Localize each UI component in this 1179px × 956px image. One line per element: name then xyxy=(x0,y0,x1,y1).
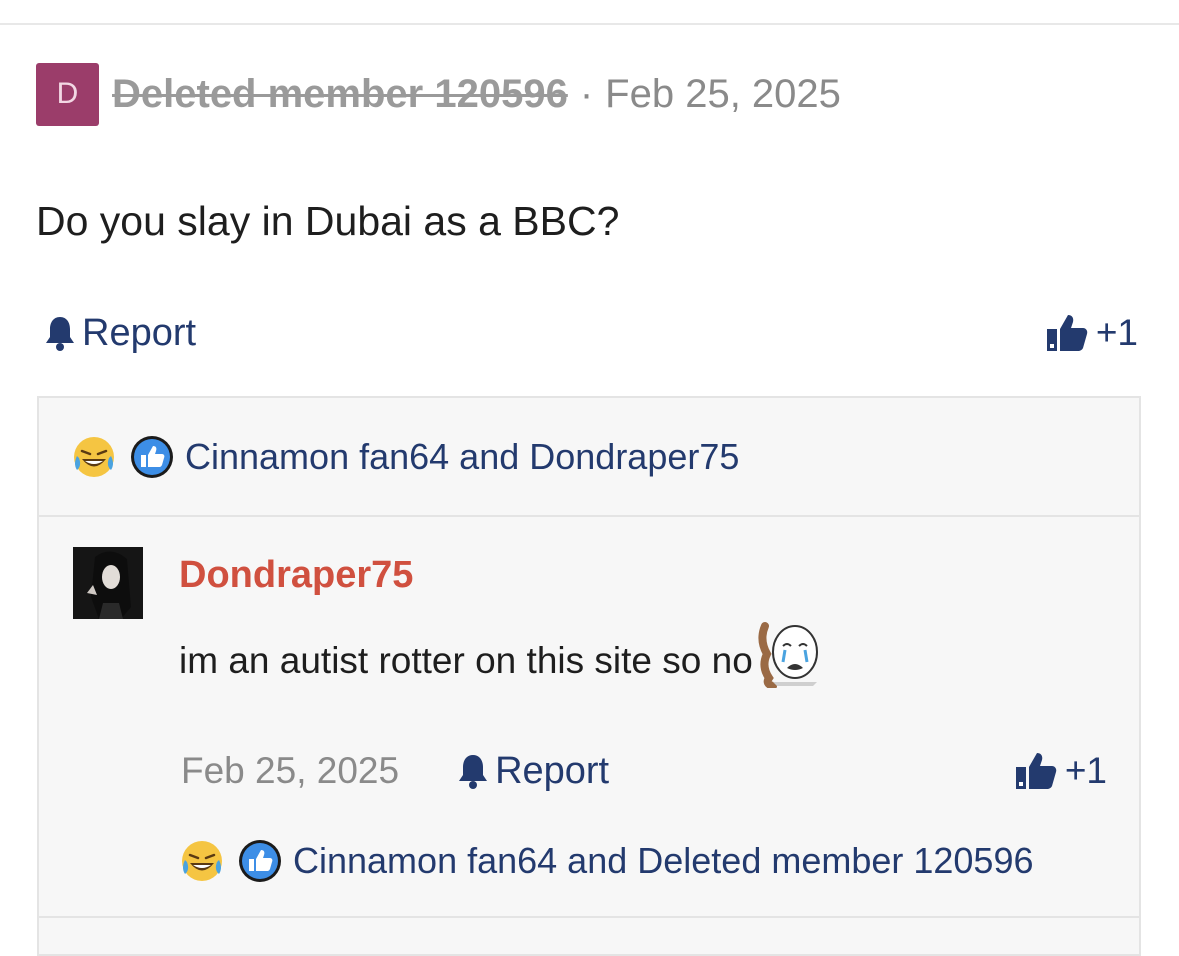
report-label: Report xyxy=(82,311,197,354)
thumbs-up-icon xyxy=(1046,315,1088,351)
reaction-users[interactable]: Cinnamon fan64 and Dondraper75 xyxy=(185,436,739,478)
reply-bottom-divider xyxy=(39,916,1139,918)
like-reaction-icon xyxy=(239,840,281,882)
like-count: +1 xyxy=(1095,312,1138,353)
post-date[interactable]: Feb 25, 2025 xyxy=(605,72,841,117)
post-reactions[interactable]: Cinnamon fan64 and Dondraper75 xyxy=(71,434,739,480)
avatar[interactable]: D xyxy=(36,62,99,126)
reply-report-button[interactable]: Report xyxy=(457,750,609,793)
reply-date[interactable]: Feb 25, 2025 xyxy=(181,750,399,792)
reply-reactions[interactable]: Cinnamon fan64 and Deleted member 120596 xyxy=(179,838,1034,884)
reply-body: im an autist rotter on this site so no xyxy=(179,620,823,688)
laughing-crying-emoji-icon xyxy=(182,841,222,881)
reply-text: im an autist rotter on this site so no xyxy=(179,640,753,681)
user-photo xyxy=(73,547,143,619)
crying-meme-icon xyxy=(758,622,818,688)
reply-like-count: +1 xyxy=(1064,750,1107,791)
top-divider xyxy=(0,23,1179,25)
reply-like-button[interactable]: +1 xyxy=(1015,750,1107,792)
reply-reaction-users[interactable]: Cinnamon fan64 and Deleted member 120596 xyxy=(293,840,1034,882)
post-body: Do you slay in Dubai as a BBC? xyxy=(36,198,620,244)
report-button[interactable]: Report xyxy=(44,312,196,355)
bell-icon xyxy=(459,755,488,789)
post-author: Deleted member 120596 xyxy=(112,71,568,116)
reply-avatar[interactable] xyxy=(73,547,143,619)
thumbs-up-icon xyxy=(1015,753,1057,789)
reply-container: Cinnamon fan64 and Dondraper75 Dondraper… xyxy=(37,396,1141,956)
reply-actions: Feb 25, 2025 Report +1 xyxy=(181,748,1107,794)
bell-icon xyxy=(46,317,74,351)
header-separator: · xyxy=(579,71,594,116)
post-actions: Report +1 xyxy=(44,310,1138,356)
reply-report-label: Report xyxy=(495,749,610,792)
like-reaction-icon xyxy=(131,436,173,478)
reply-divider xyxy=(39,515,1139,517)
reply-author[interactable]: Dondraper75 xyxy=(179,554,413,597)
laughing-crying-emoji-icon xyxy=(74,437,114,477)
like-button[interactable]: +1 xyxy=(1046,312,1138,354)
post-header: D Deleted member 120596 · Feb 25, 2025 xyxy=(36,62,841,126)
